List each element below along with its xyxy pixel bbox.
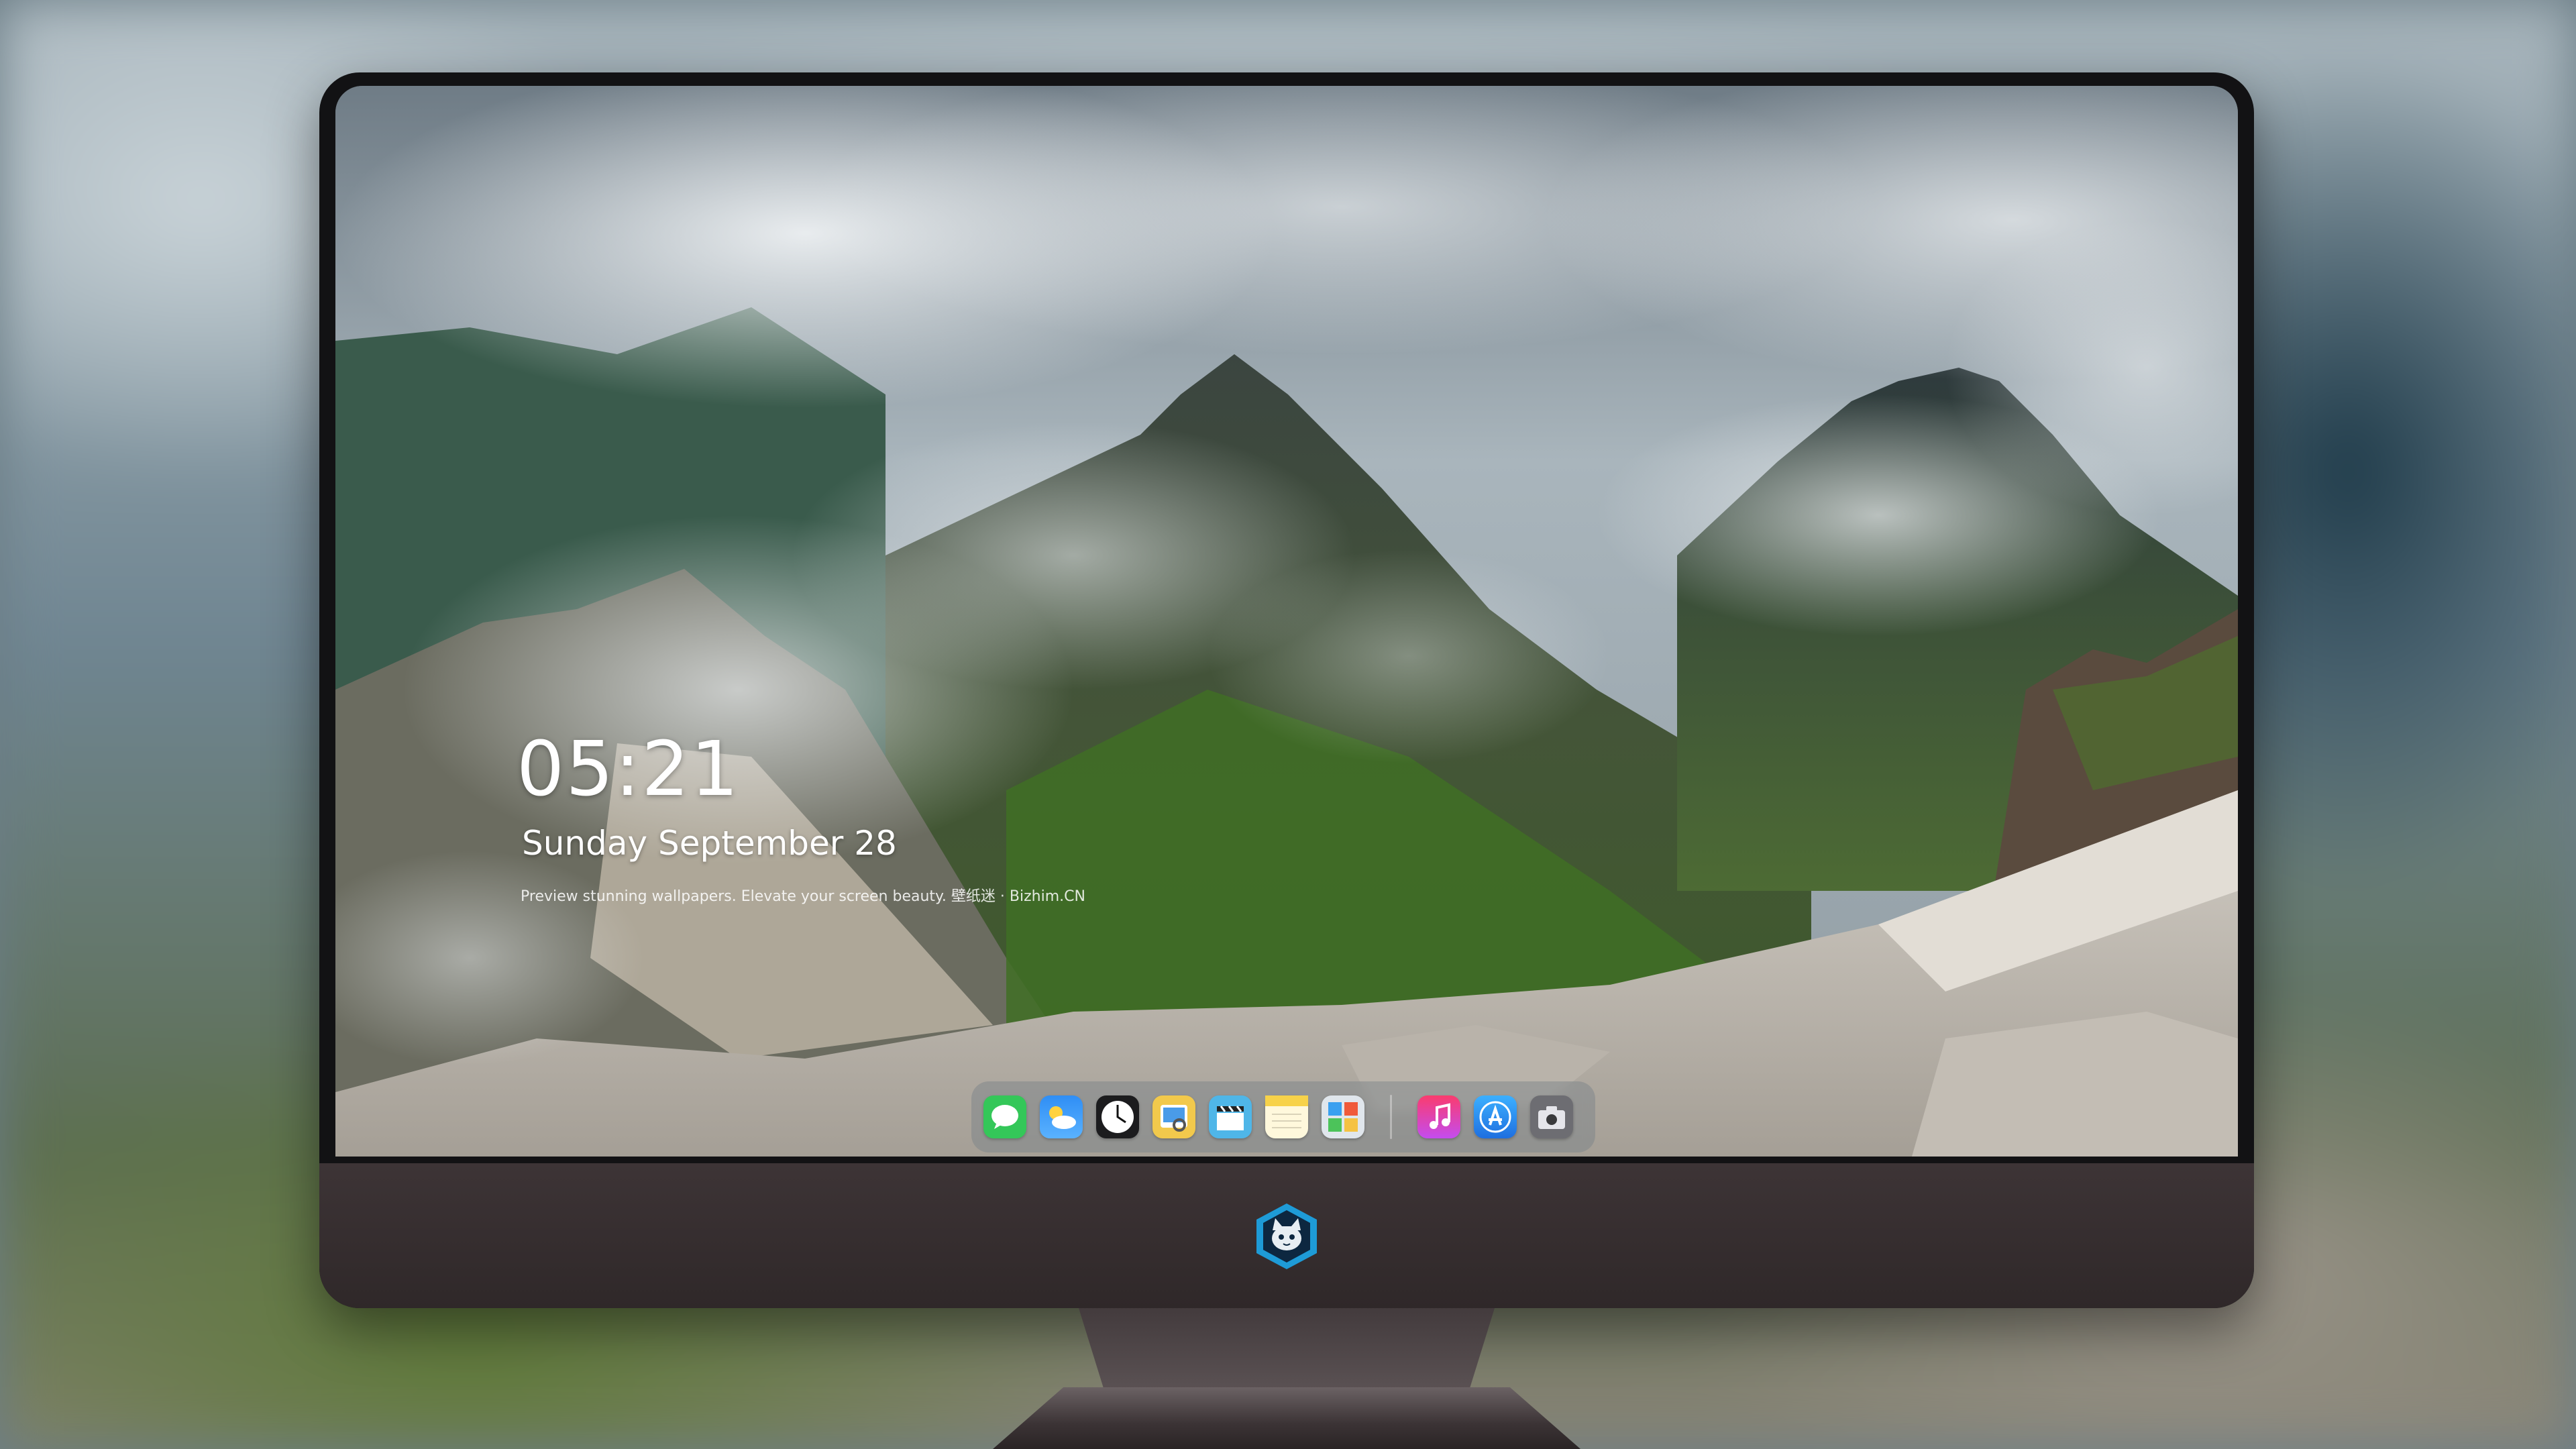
clips-app-icon[interactable] bbox=[1209, 1095, 1252, 1138]
dock-separator bbox=[1390, 1095, 1392, 1139]
monitor-stand-base bbox=[993, 1387, 1580, 1449]
monitor-stand-neck bbox=[1079, 1308, 1495, 1389]
cat-mascot-logo bbox=[1252, 1202, 1321, 1271]
dock bbox=[971, 1081, 1595, 1152]
mountain-wallpaper bbox=[335, 86, 2238, 1157]
lock-screen-time: 05:21 bbox=[517, 726, 740, 813]
photos-app-icon[interactable] bbox=[1322, 1095, 1364, 1138]
camera-app-icon[interactable] bbox=[1530, 1095, 1573, 1138]
clock-app-icon[interactable] bbox=[1096, 1095, 1139, 1138]
weather-app-icon[interactable] bbox=[1040, 1095, 1083, 1138]
music-app-icon[interactable] bbox=[1417, 1095, 1460, 1138]
preview-app-icon[interactable] bbox=[1152, 1095, 1195, 1138]
notes-app-icon[interactable] bbox=[1265, 1095, 1308, 1138]
messages-app-icon[interactable] bbox=[983, 1095, 1026, 1138]
app-store-icon[interactable] bbox=[1474, 1095, 1517, 1138]
lock-screen[interactable]: 05:21 Sunday September 28 Preview stunni… bbox=[335, 86, 2238, 1157]
lock-screen-caption: Preview stunning wallpapers. Elevate you… bbox=[521, 888, 1085, 905]
lock-screen-date: Sunday September 28 bbox=[522, 824, 897, 863]
